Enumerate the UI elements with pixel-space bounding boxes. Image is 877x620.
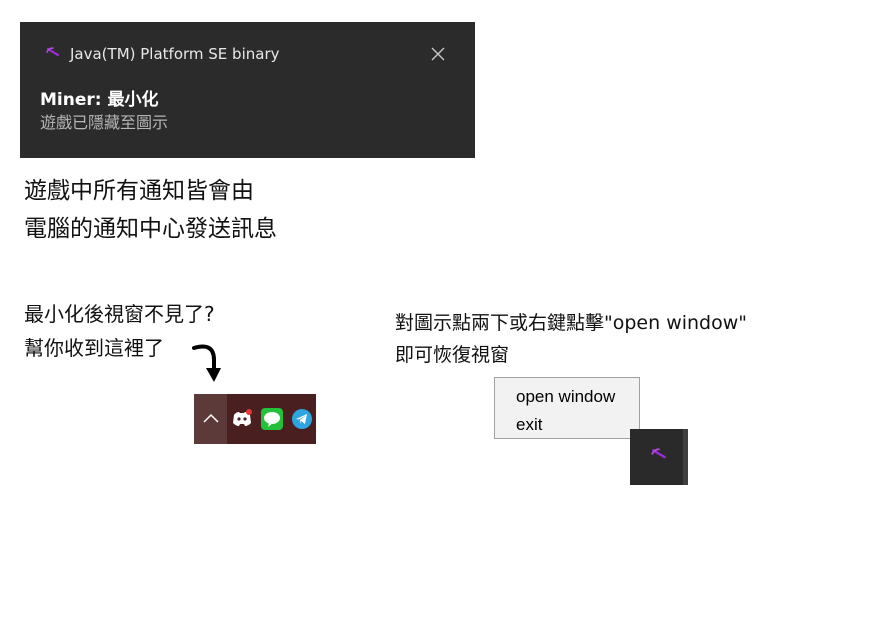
line-icon[interactable] — [261, 408, 283, 430]
note-line: 幫你收到這裡了 — [24, 336, 164, 360]
note-line: 電腦的通知中心發送訊息 — [24, 216, 277, 242]
telegram-icon[interactable] — [291, 408, 313, 430]
toast-title: Miner: 最小化 — [40, 90, 159, 110]
open-window-menu-item[interactable]: open window — [495, 383, 639, 411]
notification-note: 遊戲中所有通知皆會由 電腦的通知中心發送訊息 — [24, 172, 277, 248]
pickaxe-icon — [651, 448, 666, 459]
tray-expand-button[interactable] — [194, 394, 227, 444]
exit-menu-item[interactable]: exit — [495, 411, 639, 439]
note-line: 即可恢復視窗 — [395, 344, 510, 366]
chevron-up-icon — [203, 413, 219, 423]
tray-app-tile[interactable] — [630, 429, 688, 485]
note-line: 遊戲中所有通知皆會由 — [24, 178, 254, 204]
toast-app-name: Java(TM) Platform SE binary — [70, 45, 280, 63]
tray-context-menu: open window exit — [494, 377, 640, 439]
tile-edge — [683, 429, 688, 485]
note-line: 最小化後視窗不見了? — [24, 302, 215, 326]
pickaxe-icon — [46, 47, 60, 57]
toast-notification[interactable]: Java(TM) Platform SE binary Miner: 最小化 遊… — [20, 22, 475, 158]
discord-icon[interactable] — [231, 408, 253, 430]
note-line: 對圖示點兩下或右鍵點擊"open window" — [395, 312, 748, 334]
restore-note: 對圖示點兩下或右鍵點擊"open window" 即可恢復視窗 — [395, 307, 747, 371]
toast-body: 遊戲已隱藏至圖示 — [40, 113, 169, 132]
system-tray — [194, 394, 316, 444]
minimize-note: 最小化後視窗不見了? 幫你收到這裡了 — [24, 297, 215, 365]
curved-arrow-icon — [192, 344, 221, 382]
close-icon[interactable] — [430, 46, 446, 62]
